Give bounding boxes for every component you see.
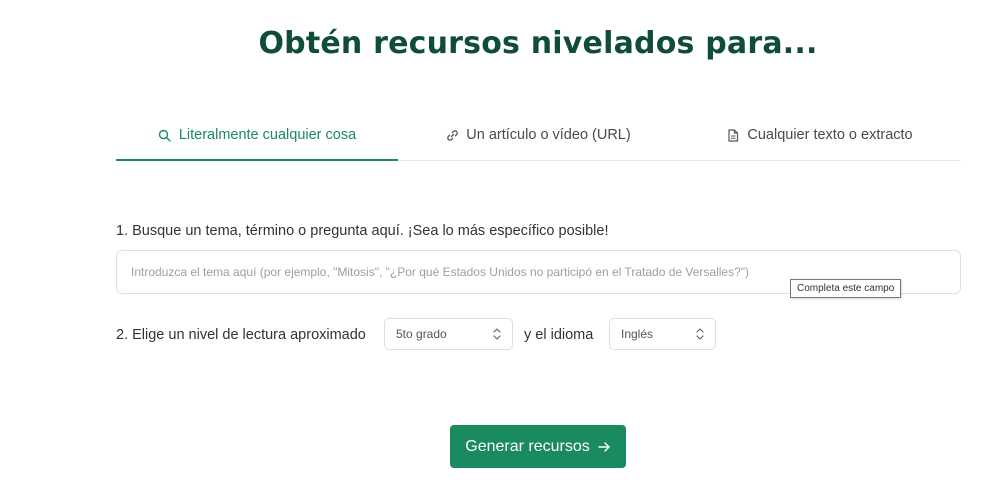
tab-label: Un artículo o vídeo (URL) [466, 127, 631, 143]
validation-tooltip: Completa este campo [790, 279, 902, 298]
page-title: Obtén recursos nivelados para... [258, 26, 818, 61]
grade-level-value: 5to grado [396, 327, 447, 341]
tab-anything[interactable]: Literalmente cualquier cosa [116, 110, 398, 161]
tab-text[interactable]: Cualquier texto o extracto [678, 110, 961, 160]
grade-level-select[interactable]: 5to grado [384, 318, 513, 350]
tab-label: Cualquier texto o extracto [747, 127, 913, 143]
tab-url[interactable]: Un artículo o vídeo (URL) [398, 110, 678, 160]
link-icon [445, 128, 459, 142]
generate-resources-button[interactable]: Generar recursos [450, 425, 626, 468]
arrow-right-icon [597, 440, 611, 454]
tab-label: Literalmente cualquier cosa [178, 127, 357, 143]
search-icon [158, 128, 172, 142]
language-value: Inglés [621, 327, 654, 341]
document-icon [726, 128, 740, 142]
chevron-up-down-icon [695, 327, 705, 341]
language-label: y el idioma [524, 327, 594, 343]
language-select[interactable]: Inglés [609, 318, 716, 350]
resource-tabs: Literalmente cualquier cosa Un artículo … [116, 110, 961, 161]
chevron-up-down-icon [492, 327, 502, 341]
reading-level-label: 2. Elige un nivel de lectura aproximado [116, 327, 366, 343]
topic-question-label: 1. Busque un tema, término o pregunta aq… [116, 223, 609, 239]
generate-button-label: Generar recursos [465, 437, 590, 455]
